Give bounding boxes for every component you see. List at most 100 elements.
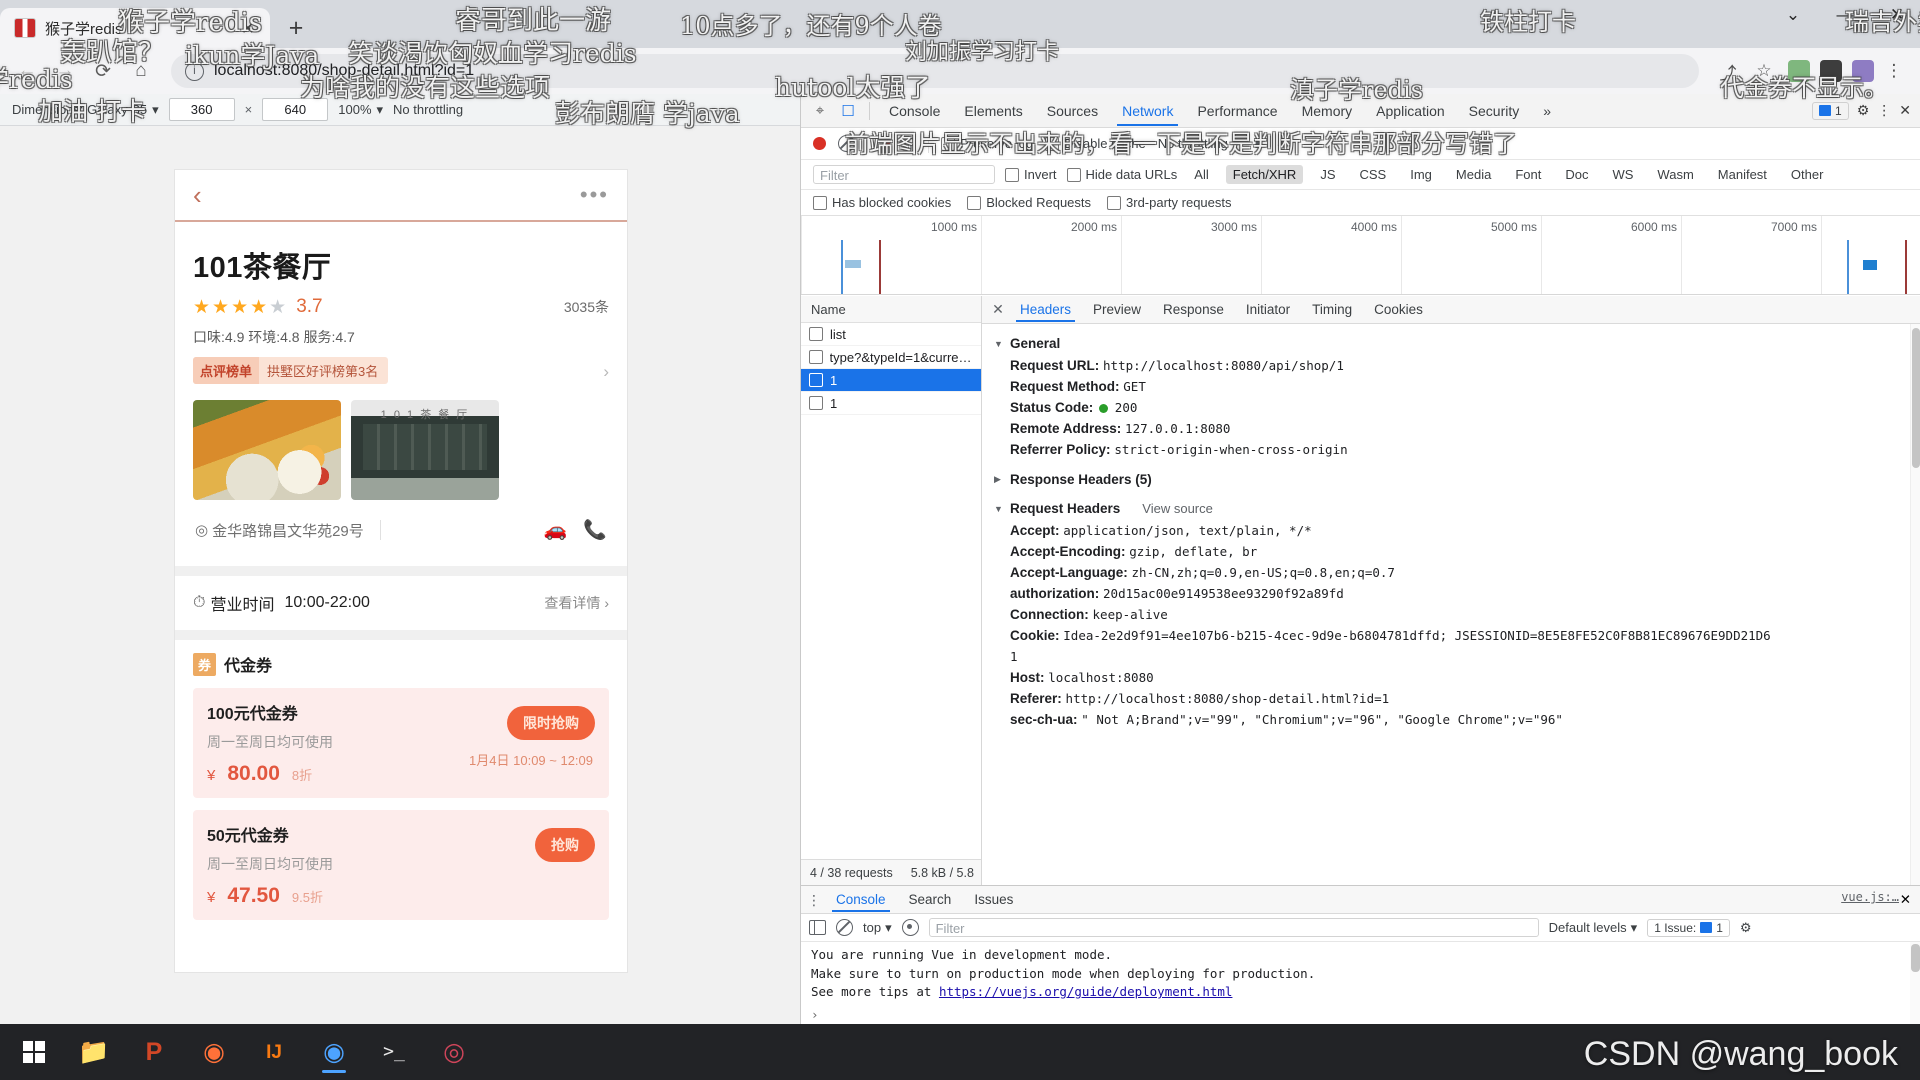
network-filter-input[interactable]: Filter (813, 165, 995, 184)
device-height-input[interactable]: 640 (262, 98, 329, 121)
back-chevron-icon[interactable]: ‹ (193, 182, 202, 208)
taskbar-item-start[interactable] (6, 1028, 62, 1076)
chevron-down-icon[interactable]: ⌄ (1780, 6, 1806, 23)
chevron-right-icon[interactable]: › (593, 362, 609, 382)
checkbox-icon[interactable] (809, 350, 823, 364)
type-filter-doc[interactable]: Doc (1558, 165, 1595, 184)
minimize-button[interactable]: — (1832, 6, 1858, 23)
home-icon[interactable]: ⌂ (124, 54, 158, 88)
table-row[interactable]: 1 (801, 369, 981, 392)
table-row[interactable]: type?&typeId=1&curren… (801, 346, 981, 369)
clear-console-icon[interactable] (836, 919, 853, 936)
devtools-kebab-icon[interactable]: ⋮ (1877, 102, 1891, 119)
console-sidebar-icon[interactable] (809, 920, 826, 935)
coupon-card[interactable]: 100元代金券 周一至周日均可使用 ¥ 80.00 8折 限时抢购 1月4日 1… (193, 688, 609, 798)
devtools-tab-network[interactable]: Network (1111, 96, 1184, 126)
taskbar-item-firefox[interactable]: ◉ (186, 1028, 242, 1076)
filter-icon[interactable]: ▼ (880, 136, 894, 152)
detail-tab-headers[interactable]: Headers (1010, 297, 1081, 322)
type-filter-css[interactable]: CSS (1353, 165, 1394, 184)
scrollbar-thumb[interactable] (1911, 944, 1920, 972)
type-filter-manifest[interactable]: Manifest (1711, 165, 1774, 184)
detail-tab-cookies[interactable]: Cookies (1364, 297, 1433, 322)
disable-cache-checkbox[interactable]: Disable cache (1045, 136, 1146, 151)
rank-row[interactable]: 点评榜单 拱墅区好评榜第3名 › (193, 357, 609, 386)
review-count[interactable]: 3035条 (564, 297, 609, 317)
drawer-tab-console[interactable]: Console (826, 887, 896, 912)
console-levels-select[interactable]: Default levels ▾ (1549, 920, 1638, 936)
detail-scrollbar[interactable] (1910, 324, 1920, 886)
issues-counter[interactable]: 1 (1812, 101, 1849, 120)
devtools-tab-sources[interactable]: Sources (1036, 96, 1109, 126)
site-info-icon[interactable]: i (185, 61, 204, 81)
forward-icon[interactable]: → (48, 54, 82, 88)
clear-network-icon[interactable] (838, 135, 855, 152)
extension-icon-1[interactable] (1788, 60, 1810, 82)
inspect-element-icon[interactable]: ⌖ (807, 99, 833, 123)
devtools-tab-performance[interactable]: Performance (1186, 96, 1288, 126)
live-expression-icon[interactable] (901, 919, 919, 936)
drawer-tab-search[interactable]: Search (899, 887, 962, 912)
close-detail-icon[interactable]: ✕ (988, 301, 1008, 318)
has-blocked-cookies-checkbox[interactable]: Has blocked cookies (813, 195, 951, 210)
network-throttling-select[interactable]: No throttling ▾ (1158, 136, 1240, 152)
shop-photo-storefront[interactable] (351, 400, 499, 500)
response-headers-section-header[interactable]: ▶ Response Headers (5) (982, 468, 1920, 491)
call-phone-icon[interactable]: 📞 (583, 518, 607, 542)
extension-icon-3[interactable] (1852, 60, 1874, 82)
throttling-label[interactable]: No throttling (393, 102, 463, 117)
tab-close-icon[interactable]: ✕ (236, 20, 260, 37)
type-filter-ws[interactable]: WS (1605, 165, 1640, 184)
bookmark-star-icon[interactable]: ☆ (1748, 55, 1780, 87)
browser-menu-icon[interactable]: ⋮ (1878, 55, 1910, 87)
taskbar-item-chrome[interactable]: ◉ (306, 1028, 362, 1076)
type-filter-wasm[interactable]: Wasm (1650, 165, 1700, 184)
device-width-input[interactable]: 360 (168, 98, 235, 121)
drawer-tab-issues[interactable]: Issues (964, 887, 1023, 912)
devtools-tabs-overflow[interactable]: » (1532, 96, 1562, 126)
photo-gallery[interactable] (193, 400, 609, 500)
third-party-requests-checkbox[interactable]: 3rd-party requests (1107, 195, 1232, 210)
scrollbar-thumb[interactable] (1912, 328, 1920, 468)
type-filter-other[interactable]: Other (1784, 165, 1831, 184)
drawer-close-icon[interactable]: ✕ (1900, 892, 1911, 908)
taskbar-item-idea[interactable]: IJ (246, 1028, 302, 1076)
console-settings-icon[interactable]: ⚙ (1740, 920, 1752, 936)
devtools-settings-icon[interactable]: ⚙ (1857, 102, 1870, 119)
blocked-requests-checkbox[interactable]: Blocked Requests (967, 195, 1091, 210)
devtools-tab-console[interactable]: Console (878, 96, 951, 126)
console-issues-chip[interactable]: 1 Issue: 1 (1647, 918, 1730, 937)
detail-tab-timing[interactable]: Timing (1302, 297, 1362, 322)
devtools-close-icon[interactable]: ✕ (1899, 102, 1911, 119)
back-icon[interactable]: ← (10, 54, 44, 88)
request-headers-section-header[interactable]: ▼ Request Headers View source (982, 497, 1920, 520)
console-source-link[interactable]: vue.js:… (1841, 890, 1899, 904)
hours-detail-link[interactable]: 查看详情 › (544, 593, 609, 613)
address-bar[interactable]: i localhost:8080/shop-detail.html?id=1 (171, 54, 1699, 88)
address-row[interactable]: ◎ 金华路锦昌文华苑29号 🚗 📞 (193, 504, 609, 556)
devtools-tab-security[interactable]: Security (1458, 96, 1531, 126)
more-options-icon[interactable]: ••• (580, 184, 609, 206)
close-window-button[interactable]: ✕ (1884, 6, 1910, 23)
coupon-buy-button[interactable]: 限时抢购 (507, 706, 595, 740)
extension-icon-2[interactable] (1820, 60, 1842, 82)
import-har-icon[interactable]: ⬆ (1251, 135, 1263, 152)
table-row[interactable]: list (801, 323, 981, 346)
network-overview-waterfall[interactable]: 1000 ms 2000 ms 3000 ms 4000 ms 5000 ms … (801, 216, 1920, 295)
type-filter-img[interactable]: Img (1403, 165, 1439, 184)
checkbox-icon[interactable] (809, 327, 823, 341)
detail-tab-response[interactable]: Response (1153, 297, 1234, 322)
browser-tab[interactable]: 猴子学redis ✕ (0, 8, 270, 48)
type-filter-media[interactable]: Media (1449, 165, 1498, 184)
coupon-card[interactable]: 50元代金券 周一至周日均可使用 ¥ 47.50 9.5折 抢购 (193, 810, 609, 920)
preserve-log-checkbox[interactable]: Preserve log (941, 136, 1033, 151)
type-filter-font[interactable]: Font (1508, 165, 1548, 184)
taskbar-item-obs[interactable]: ◎ (426, 1028, 482, 1076)
coupon-buy-button[interactable]: 抢购 (535, 828, 595, 862)
checkbox-icon[interactable] (809, 396, 823, 410)
checkbox-icon[interactable] (809, 373, 823, 387)
share-icon[interactable]: ⤴ (1712, 55, 1744, 87)
export-har-icon[interactable]: ⬇ (1275, 135, 1287, 152)
devtools-tab-elements[interactable]: Elements (953, 96, 1033, 126)
devtools-tab-application[interactable]: Application (1365, 96, 1456, 126)
